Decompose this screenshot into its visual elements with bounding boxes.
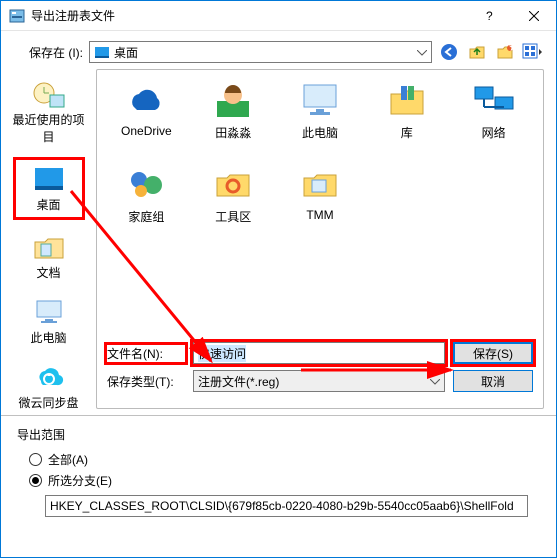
network-icon — [472, 80, 516, 120]
desktop-icon — [31, 164, 67, 194]
monitor-icon — [298, 80, 342, 120]
titlebar: 导出注册表文件 ? — [1, 1, 556, 31]
cloud-sync-icon — [31, 362, 67, 392]
file-browser: OneDrive 田淼淼 此电脑 库 网络 家庭组 — [96, 69, 544, 409]
radio-branch[interactable]: 所选分支(E) — [29, 472, 540, 489]
clock-icon — [31, 79, 67, 109]
monitor-icon — [31, 297, 67, 327]
svg-text:★: ★ — [508, 43, 514, 54]
folder-icon — [31, 232, 67, 262]
place-documents[interactable]: 文档 — [13, 228, 85, 285]
place-thispc[interactable]: 此电脑 — [13, 293, 85, 350]
chevron-down-icon — [417, 45, 427, 59]
filename-label: 文件名(N): — [107, 345, 185, 362]
regedit-icon — [9, 8, 25, 24]
svg-text:?: ? — [486, 11, 493, 21]
file-user[interactable]: 田淼淼 — [192, 80, 275, 160]
folder-icon — [211, 164, 255, 204]
save-in-combo[interactable]: 桌面 — [89, 41, 432, 63]
homegroup-icon — [124, 164, 168, 204]
up-folder-icon[interactable] — [466, 41, 488, 63]
places-bar: 最近使用的项目 桌面 文档 此电脑 微云同步盘 — [1, 69, 96, 415]
help-button[interactable]: ? — [466, 1, 511, 30]
save-in-value: 桌面 — [114, 44, 138, 61]
place-desktop[interactable]: 桌面 — [13, 157, 85, 220]
close-button[interactable] — [511, 1, 556, 30]
back-icon[interactable] — [438, 41, 460, 63]
radio-icon — [29, 474, 42, 487]
cancel-button[interactable]: 取消 — [453, 370, 533, 392]
file-toolbox[interactable]: 工具区 — [192, 164, 275, 244]
radio-all[interactable]: 全部(A) — [29, 451, 540, 468]
filetype-label: 保存类型(T): — [107, 373, 185, 390]
chevron-down-icon — [430, 374, 440, 388]
branch-path-input[interactable]: HKEY_CLASSES_ROOT\CLSID\{679f85cb-0220-4… — [45, 495, 528, 517]
new-folder-icon[interactable]: ★ — [494, 41, 516, 63]
user-icon — [211, 80, 255, 120]
library-icon — [385, 80, 429, 120]
filetype-combo[interactable]: 注册文件(*.reg) — [193, 370, 445, 392]
save-in-label: 保存在 (I): — [29, 44, 83, 61]
place-recent[interactable]: 最近使用的项目 — [13, 75, 85, 149]
cloud-icon — [124, 80, 168, 120]
folder-icon — [298, 164, 342, 204]
filename-input[interactable]: 快速访问 — [193, 342, 445, 364]
radio-icon — [29, 453, 42, 466]
file-library[interactable]: 库 — [365, 80, 448, 160]
view-menu-icon[interactable] — [522, 41, 544, 63]
desktop-icon — [94, 44, 110, 60]
export-range-group: 导出范围 全部(A) 所选分支(E) HKEY_CLASSES_ROOT\CLS… — [1, 415, 556, 529]
file-grid[interactable]: OneDrive 田淼淼 此电脑 库 网络 家庭组 — [97, 70, 543, 336]
save-button[interactable]: 保存(S) — [453, 342, 533, 364]
place-weiyun[interactable]: 微云同步盘 — [13, 358, 85, 415]
export-range-legend: 导出范围 — [17, 426, 540, 443]
file-thispc[interactable]: 此电脑 — [279, 80, 362, 160]
file-homegroup[interactable]: 家庭组 — [105, 164, 188, 244]
file-tmm[interactable]: TMM — [279, 164, 362, 244]
file-onedrive[interactable]: OneDrive — [105, 80, 188, 160]
window-title: 导出注册表文件 — [31, 7, 466, 24]
save-in-row: 保存在 (I): 桌面 ★ — [1, 31, 556, 69]
file-network[interactable]: 网络 — [452, 80, 535, 160]
